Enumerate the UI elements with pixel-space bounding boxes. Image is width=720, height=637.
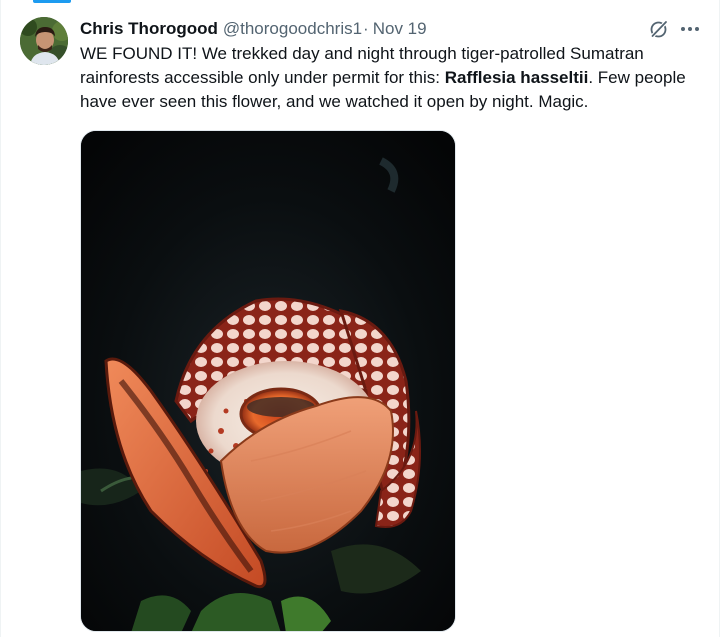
more-options-icon[interactable] — [677, 17, 703, 41]
tweet-media-image[interactable] — [80, 130, 456, 632]
tweet-page: Chris Thorogood @thorogoodchris1 · Nov 1… — [0, 0, 720, 637]
top-accent-bar — [33, 0, 71, 3]
author-handle[interactable]: @thorogoodchris1 — [223, 19, 362, 39]
author-display-name[interactable]: Chris Thorogood — [80, 19, 218, 39]
tweet-text: WE FOUND IT! We trekked day and night th… — [80, 42, 705, 114]
grok-icon[interactable] — [647, 17, 671, 41]
tweet-header: Chris Thorogood @thorogoodchris1 · Nov 1… — [80, 18, 427, 40]
tweet-date[interactable]: Nov 19 — [373, 19, 427, 39]
avatar[interactable] — [20, 17, 68, 65]
header-separator: · — [363, 19, 369, 38]
tweet-text-species: Rafflesia hasseltii — [444, 68, 589, 87]
